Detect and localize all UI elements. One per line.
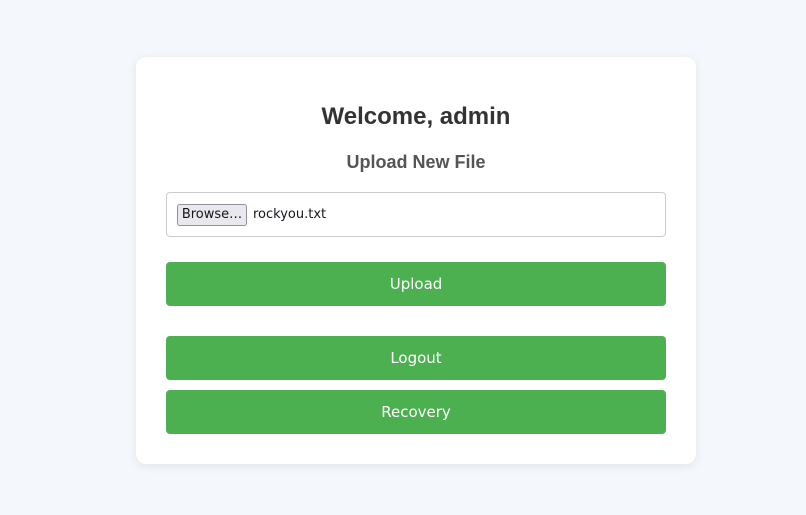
browse-button[interactable]: Browse… — [177, 204, 247, 226]
dashboard-card: Welcome, admin Upload New File Browse… r… — [136, 57, 696, 464]
logout-button[interactable]: Logout — [166, 336, 666, 380]
selected-file-name: rockyou.txt — [253, 207, 327, 222]
recovery-button[interactable]: Recovery — [166, 390, 666, 434]
welcome-title: Welcome, admin — [321, 103, 511, 130]
upload-heading: Upload New File — [346, 152, 486, 172]
upload-button[interactable]: Upload — [166, 262, 666, 306]
file-input[interactable]: Browse… rockyou.txt — [166, 192, 666, 237]
